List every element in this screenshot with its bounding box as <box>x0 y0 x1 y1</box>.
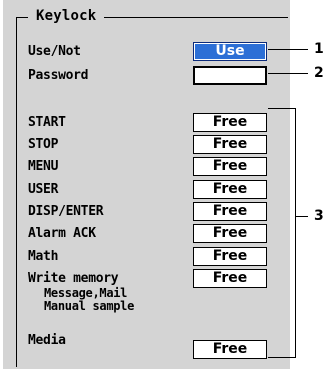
key-label-disp-enter: DISP/ENTER <box>28 204 104 219</box>
keylock-title: Keylock <box>28 6 105 26</box>
write-memory-sub-manual-sample: Manual sample <box>44 299 135 313</box>
key-label-write-memory: Write memory <box>28 271 119 286</box>
key-label-start: START <box>28 115 66 130</box>
key-field-write-memory[interactable]: Free <box>193 269 267 288</box>
callout-bracket-bottom <box>268 357 296 358</box>
callout-bracket-vertical <box>295 108 296 358</box>
key-field-stop[interactable]: Free <box>193 135 267 154</box>
key-field-start[interactable]: Free <box>193 113 267 132</box>
callout-line-2 <box>268 73 308 74</box>
key-field-math[interactable]: Free <box>193 247 267 266</box>
use-not-field[interactable]: Use <box>193 42 267 61</box>
password-field[interactable] <box>193 66 267 85</box>
key-field-user[interactable]: Free <box>193 180 267 199</box>
key-field-alarm-ack[interactable]: Free <box>193 224 267 243</box>
key-label-user: USER <box>28 182 59 197</box>
key-label-math: Math <box>28 249 59 264</box>
key-field-disp-enter[interactable]: Free <box>193 202 267 221</box>
callout-number-1: 1 <box>314 41 324 57</box>
key-label-media: Media <box>28 333 66 348</box>
callout-line-1 <box>268 49 308 50</box>
key-label-menu: MENU <box>28 159 59 174</box>
callout-number-3: 3 <box>314 208 324 224</box>
key-field-media[interactable]: Free <box>193 340 267 359</box>
callout-number-2: 2 <box>314 65 324 81</box>
use-not-label: Use/Not <box>28 44 81 59</box>
callout-bracket-top <box>268 108 296 109</box>
callout-line-3 <box>295 216 308 217</box>
key-field-menu[interactable]: Free <box>193 157 267 176</box>
key-label-stop: STOP <box>28 137 59 152</box>
key-label-alarm-ack: Alarm ACK <box>28 226 96 241</box>
password-label: Password <box>28 68 89 83</box>
